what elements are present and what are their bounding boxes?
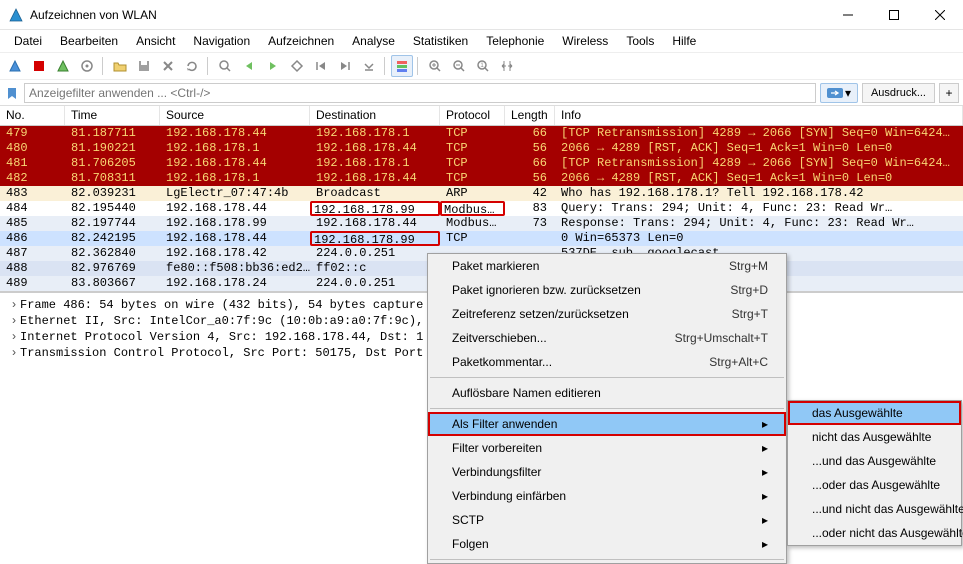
context-menu-item[interactable]: Verbindungsfilter▸ [428,460,786,484]
zoom-out-icon[interactable] [448,55,470,77]
col-header-source[interactable]: Source [160,106,310,125]
col-header-length[interactable]: Length [505,106,555,125]
col-header-time[interactable]: Time [65,106,160,125]
start-capture-icon[interactable] [4,55,26,77]
context-menu-item[interactable]: Paket markierenStrg+M [428,254,786,278]
menu-datei[interactable]: Datei [6,32,50,50]
detail-ethernet[interactable]: Ethernet II, Src: IntelCor_a0:7f:9c (10:… [20,313,423,329]
packet-row[interactable]: 48382.039231LgElectr_07:47:4bBroadcastAR… [0,186,963,201]
packet-list-header: No. Time Source Destination Protocol Len… [0,106,963,126]
detail-tcp[interactable]: Transmission Control Protocol, Src Port:… [20,345,423,361]
menu-aufzeichnen[interactable]: Aufzeichnen [260,32,342,50]
context-menu-item[interactable]: Als Filter anwenden▸ [428,412,786,436]
app-icon [8,7,24,23]
chevron-right-icon[interactable]: › [8,329,20,345]
resize-columns-icon[interactable] [496,55,518,77]
context-menu-item[interactable]: Filter vorbereiten▸ [428,436,786,460]
context-menu-item[interactable]: Paketkommentar...Strg+Alt+C [428,350,786,374]
restart-capture-icon[interactable] [52,55,74,77]
open-file-icon[interactable] [109,55,131,77]
context-menu-item[interactable]: Zeitreferenz setzen/zurücksetzenStrg+T [428,302,786,326]
go-forward-icon[interactable] [262,55,284,77]
chevron-right-icon[interactable]: › [8,297,20,313]
packet-row[interactable]: 48281.708311192.168.178.1192.168.178.44T… [0,171,963,186]
packet-row[interactable]: 48582.197744192.168.178.99192.168.178.44… [0,216,963,231]
menu-statistiken[interactable]: Statistiken [405,32,476,50]
col-header-info[interactable]: Info [555,106,963,125]
packet-row[interactable]: 47981.187711192.168.178.44192.168.178.1T… [0,126,963,141]
menu-hilfe[interactable]: Hilfe [664,32,704,50]
toolbar: 1 [0,52,963,80]
menu-ansicht[interactable]: Ansicht [128,32,183,50]
context-submenu-item[interactable]: ...und das Ausgewählte [788,449,961,473]
context-menu-item[interactable]: Folgen▸ [428,532,786,556]
apply-filter-button[interactable]: ▾ [820,83,858,103]
col-header-destination[interactable]: Destination [310,106,440,125]
close-button[interactable] [917,0,963,30]
col-header-protocol[interactable]: Protocol [440,106,505,125]
go-back-icon[interactable] [238,55,260,77]
window-title: Aufzeichnen von WLAN [30,8,825,22]
packet-row[interactable]: 48482.195440192.168.178.44192.168.178.99… [0,201,963,216]
menu-navigation[interactable]: Navigation [185,32,258,50]
context-menu-item[interactable]: Auflösbare Namen editieren [428,381,786,405]
menu-analyse[interactable]: Analyse [344,32,403,50]
display-filter-input[interactable] [24,83,816,103]
menu-wireless[interactable]: Wireless [554,32,616,50]
context-submenu-item[interactable]: ...oder nicht das Ausgewählte [788,521,961,545]
menubar: Datei Bearbeiten Ansicht Navigation Aufz… [0,30,963,52]
context-submenu-item[interactable]: nicht das Ausgewählte [788,425,961,449]
go-last-icon[interactable] [334,55,356,77]
filterbar: ▾ Ausdruck... + [0,80,963,106]
autoscroll-icon[interactable] [358,55,380,77]
menu-telephonie[interactable]: Telephonie [478,32,552,50]
chevron-right-icon[interactable]: › [8,345,20,361]
chevron-right-icon[interactable]: › [8,313,20,329]
packet-row[interactable]: 48181.706205192.168.178.44192.168.178.1T… [0,156,963,171]
packet-row[interactable]: 48682.242195192.168.178.44192.168.178.99… [0,231,963,246]
add-filter-button[interactable]: + [939,83,959,103]
find-icon[interactable] [214,55,236,77]
capture-options-icon[interactable] [76,55,98,77]
titlebar: Aufzeichnen von WLAN [0,0,963,30]
context-submenu: das Ausgewähltenicht das Ausgewählte...u… [787,400,962,546]
col-header-no[interactable]: No. [0,106,65,125]
colorize-icon[interactable] [391,55,413,77]
context-submenu-item[interactable]: ...und nicht das Ausgewählte [788,497,961,521]
context-submenu-item[interactable]: das Ausgewählte [788,401,961,425]
detail-ip[interactable]: Internet Protocol Version 4, Src: 192.16… [20,329,423,345]
zoom-reset-icon[interactable]: 1 [472,55,494,77]
minimize-button[interactable] [825,0,871,30]
save-file-icon[interactable] [133,55,155,77]
detail-frame[interactable]: Frame 486: 54 bytes on wire (432 bits), … [20,297,423,313]
bookmark-filter-icon[interactable] [4,85,20,101]
menu-tools[interactable]: Tools [618,32,662,50]
context-menu-item[interactable]: SCTP▸ [428,508,786,532]
packet-row[interactable]: 48081.190221192.168.178.1192.168.178.44T… [0,141,963,156]
expression-button[interactable]: Ausdruck... [862,83,935,103]
close-file-icon[interactable] [157,55,179,77]
reload-icon[interactable] [181,55,203,77]
stop-capture-icon[interactable] [28,55,50,77]
context-menu-item[interactable]: Verbindung einfärben▸ [428,484,786,508]
maximize-button[interactable] [871,0,917,30]
go-first-icon[interactable] [310,55,332,77]
context-menu-item[interactable]: Zeitverschieben...Strg+Umschalt+T [428,326,786,350]
context-submenu-item[interactable]: ...oder das Ausgewählte [788,473,961,497]
zoom-in-icon[interactable] [424,55,446,77]
context-menu: Paket markierenStrg+MPaket ignorieren bz… [427,253,787,564]
menu-bearbeiten[interactable]: Bearbeiten [52,32,126,50]
context-menu-item[interactable]: Paket ignorieren bzw. zurücksetzenStrg+D [428,278,786,302]
go-to-packet-icon[interactable] [286,55,308,77]
